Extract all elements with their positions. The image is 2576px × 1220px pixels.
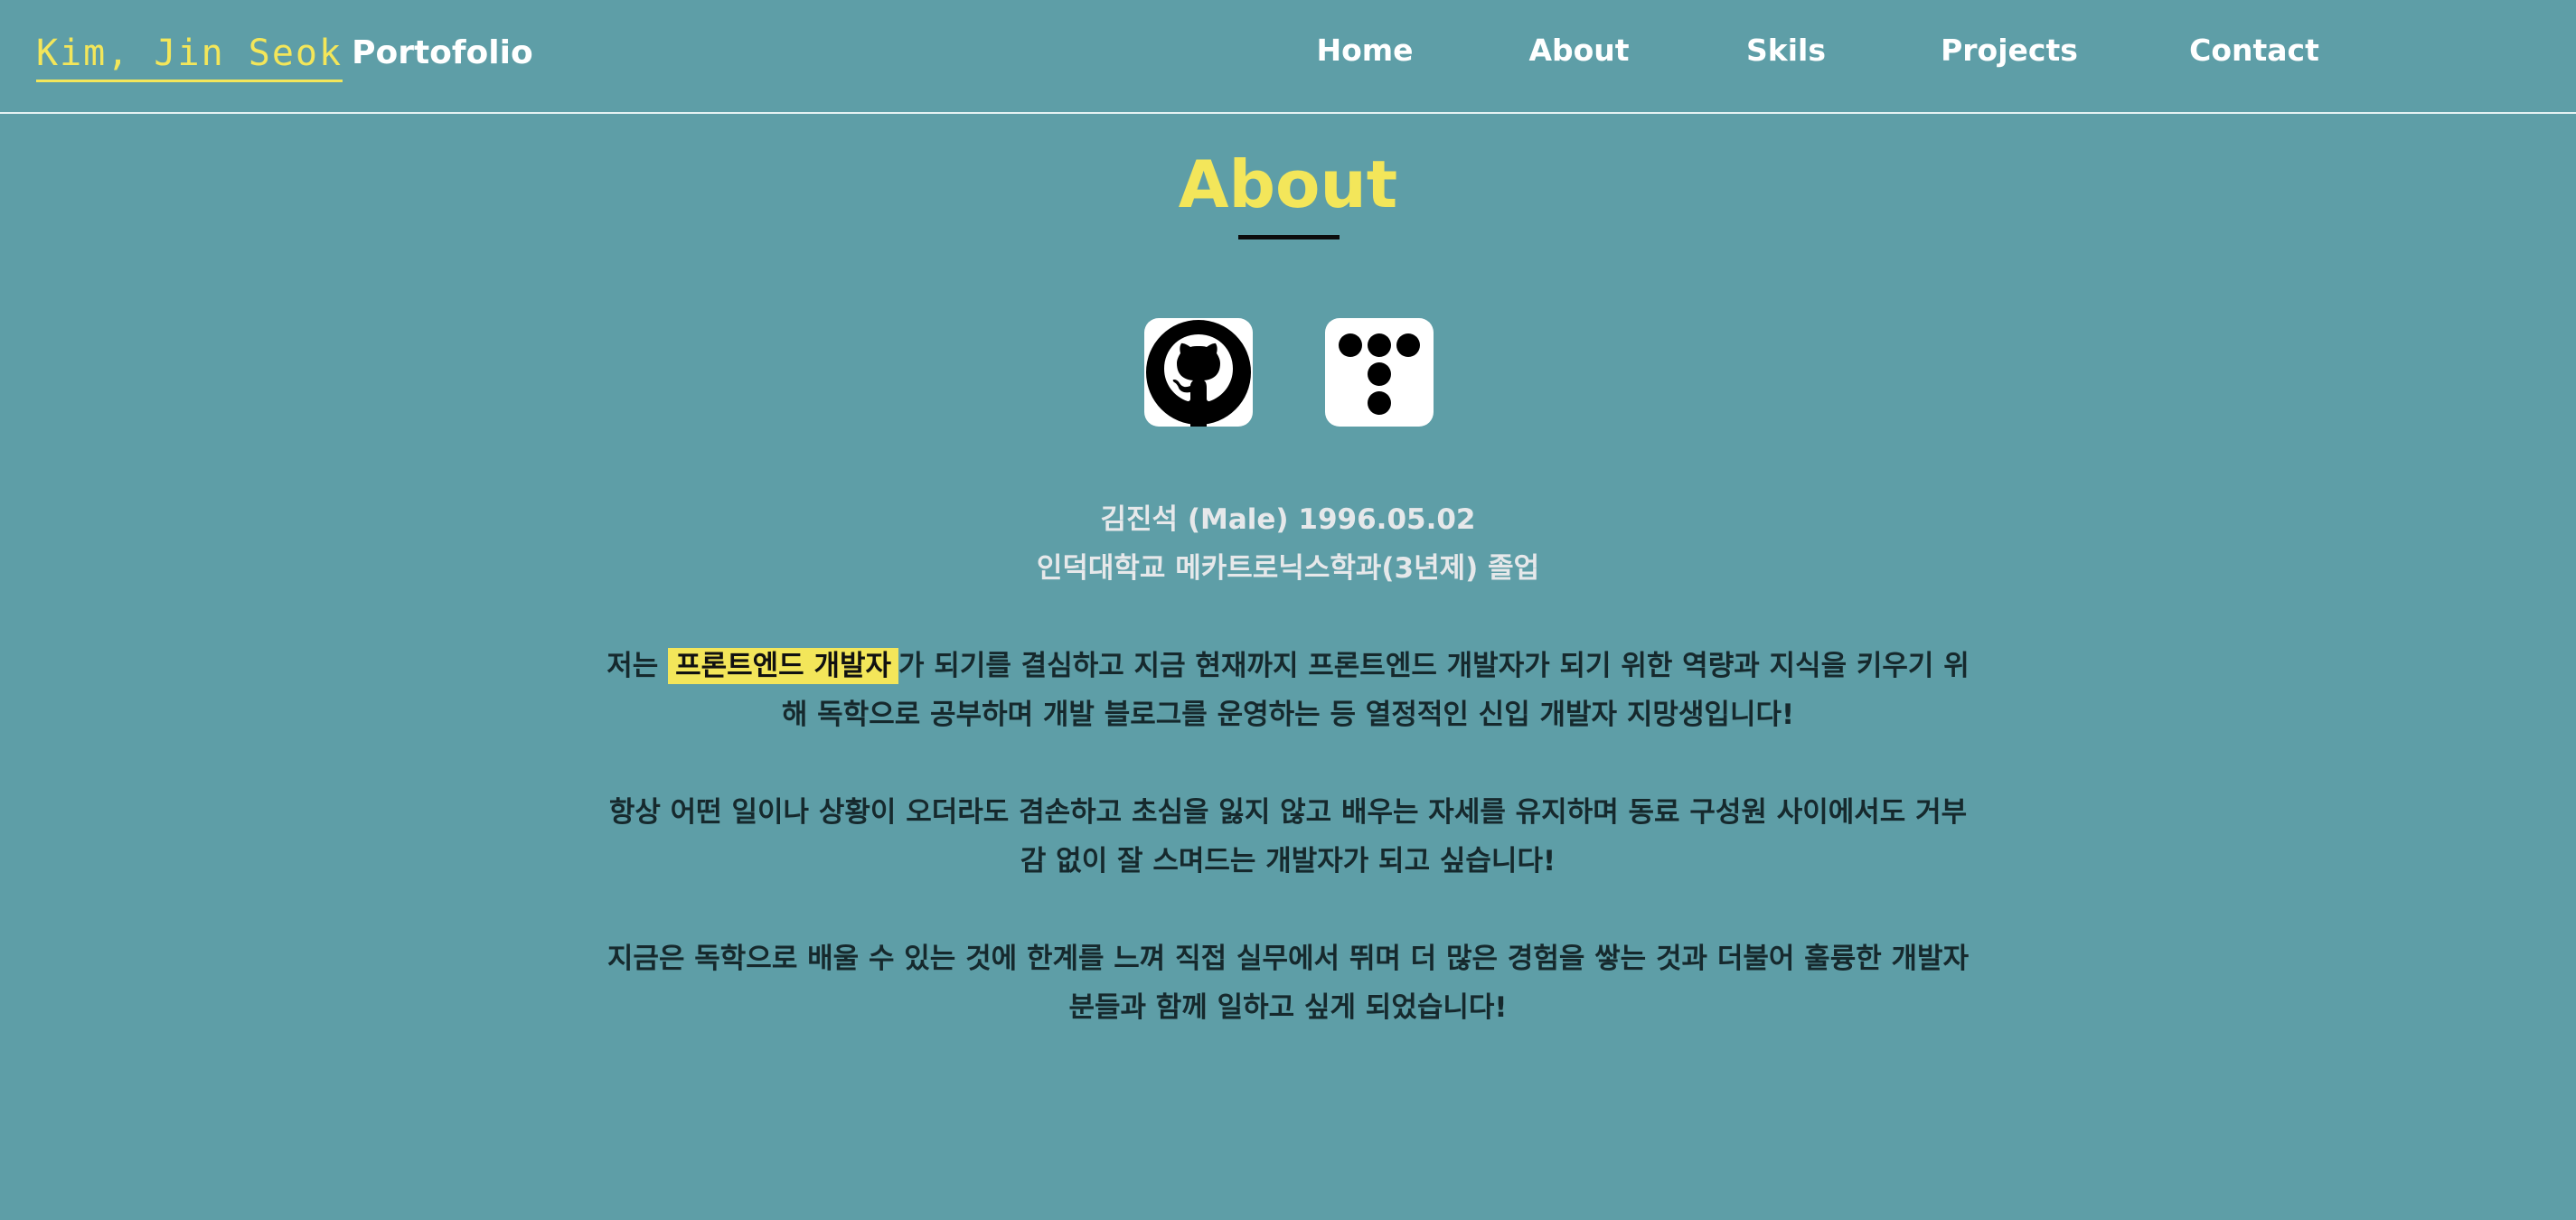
- main-nav: Home About Skils Projects Contact: [1283, 33, 2368, 76]
- profile-name-line: 김진석 (Male) 1996.05.02: [1100, 503, 1476, 536]
- intro-suffix: 가 되기를 결심하고 지금 현재까지 프론트엔드 개발자가 되기 위한 역량과 …: [781, 650, 1970, 731]
- site-header: Kim, Jin Seok Portofolio Home About Skil…: [0, 0, 2576, 114]
- section-title: About: [1178, 146, 1398, 222]
- intro-paragraph-1: 저는 프론트엔드 개발자 가 되기를 결심하고 지금 현재까지 프론트엔드 개발자…: [597, 642, 1979, 739]
- nav-projects[interactable]: Projects: [1941, 33, 2078, 68]
- intro-paragraph-2: 항상 어떤 일이나 상황이 오더라도 겸손하고 초심을 잃지 않고 배우는 자세…: [608, 796, 1968, 877]
- tistory-link[interactable]: [1325, 318, 1434, 427]
- intro-prefix: 저는: [606, 650, 669, 682]
- github-icon: [1144, 318, 1253, 427]
- brand-name[interactable]: Kim, Jin Seok: [36, 27, 343, 82]
- brand-logo[interactable]: Kim, Jin Seok Portofolio: [36, 27, 533, 82]
- title-underline: [1238, 235, 1340, 239]
- tistory-icon: [1334, 327, 1424, 418]
- github-link[interactable]: [1144, 318, 1253, 427]
- brand-subtitle[interactable]: Portofolio: [352, 27, 533, 82]
- intro-paragraph-3: 지금은 독학으로 배울 수 있는 것에 한계를 느껴 직접 실무에서 뛰며 더 …: [606, 943, 1970, 1024]
- highlight-frontend-developer: 프론트엔드 개발자: [668, 648, 899, 684]
- nav-skills[interactable]: Skils: [1746, 33, 1826, 68]
- profile-education-line: 인덕대학교 메카트로닉스학과(3년제) 졸업: [1036, 552, 1540, 585]
- nav-home[interactable]: Home: [1316, 33, 1413, 68]
- nav-about[interactable]: About: [1528, 33, 1629, 68]
- nav-contact[interactable]: Contact: [2189, 33, 2319, 68]
